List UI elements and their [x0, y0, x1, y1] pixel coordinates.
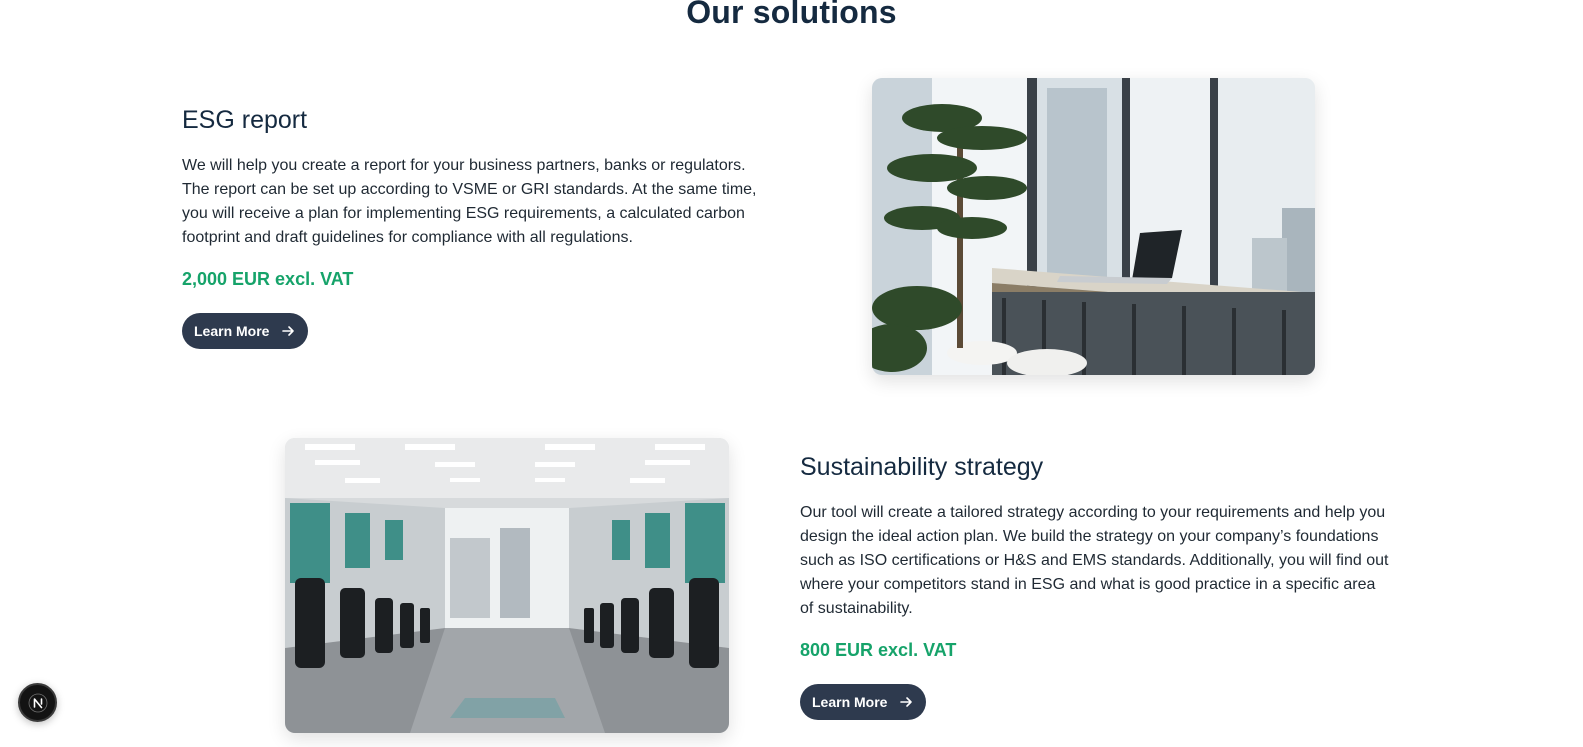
solution-sustainability-strategy: Sustainability strategy Our tool will cr…: [800, 453, 1392, 720]
learn-more-button[interactable]: Learn More: [182, 313, 309, 349]
learn-more-label: Learn More: [812, 694, 888, 710]
solution-description: Our tool will create a tailored strategy…: [800, 504, 1389, 617]
learn-more-button[interactable]: Learn More: [800, 684, 927, 720]
arrow-right-icon: [900, 697, 913, 707]
section-title: Our solutions: [686, 0, 897, 30]
solution-image-strategy: [285, 438, 729, 733]
arrow-right-icon: [282, 326, 295, 336]
solution-price: 800 EUR excl. VAT: [800, 640, 957, 660]
solution-esg-report: ESG report We will help you create a rep…: [182, 106, 774, 349]
next-logo-button[interactable]: [18, 683, 57, 722]
learn-more-label: Learn More: [194, 323, 270, 339]
solution-description: We will help you create a report for you…: [182, 157, 757, 246]
solution-price: 2,000 EUR excl. VAT: [182, 269, 354, 289]
next-logo-icon: [28, 693, 47, 712]
solution-image-esg: [872, 78, 1315, 375]
solution-title: ESG report: [182, 106, 308, 134]
solution-title: Sustainability strategy: [800, 453, 1044, 481]
